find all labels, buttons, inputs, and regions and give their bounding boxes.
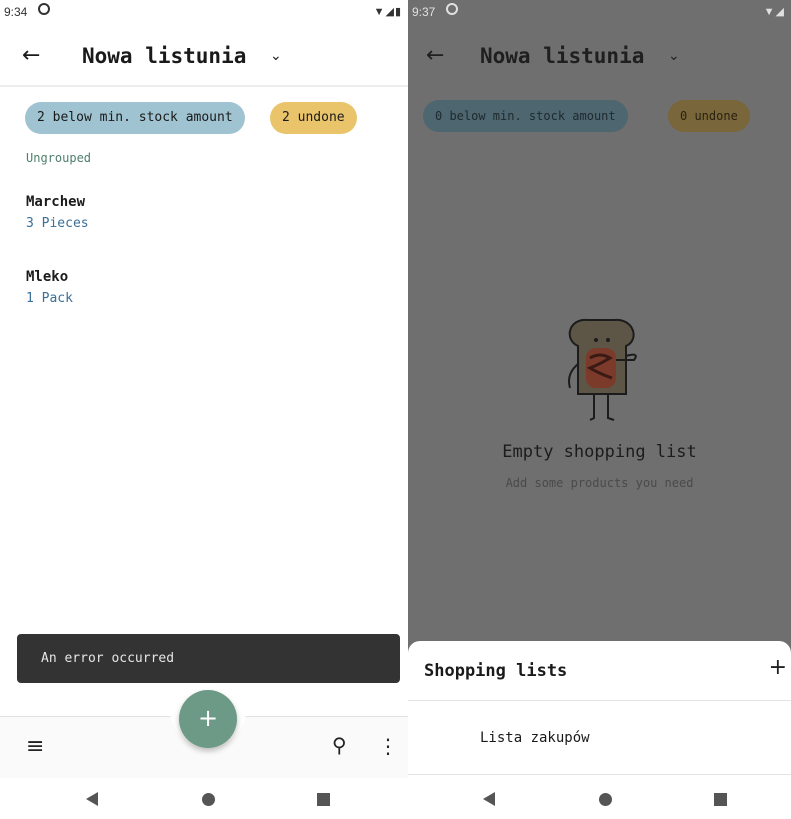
shopping-lists-sheet: Shopping lists + Lista zakupów [408,641,791,778]
add-item-fab[interactable]: + [179,690,237,748]
item-quantity: 3 Pieces [26,216,89,231]
chevron-down-icon[interactable]: ⌄ [668,44,680,68]
chevron-down-icon[interactable]: ⌄ [270,44,282,68]
below-min-stock-chip[interactable]: 0 below min. stock amount [423,100,628,132]
error-snackbar: An error occurred [17,634,400,683]
more-options-icon[interactable]: ⋮ [378,734,398,758]
signal-battery-icons: ▼◢ [763,6,785,18]
undone-chip[interactable]: 2 undone [270,102,357,134]
empty-list-illustration [568,318,637,421]
status-time: 9:34 [4,5,28,19]
status-bar: 9:37 ▼◢ [408,0,791,24]
item-name[interactable]: Marchew [26,194,85,210]
empty-state-title: Empty shopping list [502,442,697,462]
list-title[interactable]: Nowa listunia [480,42,644,70]
list-title[interactable]: Nowa listunia [82,42,246,70]
item-quantity: 1 Pack [26,291,73,306]
nav-recents-icon[interactable] [317,793,330,806]
app-status-icon [446,3,458,15]
add-list-icon[interactable]: + [769,655,787,680]
system-nav-bar [0,778,408,819]
back-arrow-icon[interactable]: ← [22,42,50,70]
screen-empty-list-with-sheet: 9:37 ▼◢ ← Nowa listunia ⌄ 0 below min. s… [408,0,791,819]
app-bar: ← Nowa listunia ⌄ [0,30,408,86]
status-time: 9:37 [412,5,436,19]
nav-back-icon[interactable] [483,792,495,806]
sheet-divider [408,700,791,701]
below-min-stock-chip[interactable]: 2 below min. stock amount [25,102,245,134]
nav-recents-icon[interactable] [714,793,727,806]
sheet-title: Shopping lists [424,661,568,681]
nav-back-icon[interactable] [86,792,98,806]
undone-chip[interactable]: 0 undone [668,100,750,132]
app-bar: ← Nowa listunia ⌄ [408,30,791,86]
app-status-icon [38,3,50,15]
group-header: Ungrouped [26,151,92,165]
screen-shopping-list: 9:34 ▼◢▮ ← Nowa listunia ⌄ 2 below min. … [0,0,408,819]
nav-home-icon[interactable] [599,793,612,806]
menu-icon[interactable]: ≡ [26,734,44,759]
sheet-divider [408,774,791,775]
search-icon[interactable]: ⚲ [332,733,347,757]
item-name[interactable]: Mleko [26,269,68,285]
status-bar: 9:34 ▼◢▮ [0,0,408,24]
shopping-list-item[interactable]: Lista zakupów [480,730,590,746]
system-nav-bar [408,778,791,819]
empty-state-subtitle: Add some products you need [505,476,694,490]
back-arrow-icon[interactable]: ← [426,42,454,70]
nav-home-icon[interactable] [202,793,215,806]
app-bar-divider [0,85,408,87]
signal-battery-icons: ▼◢▮ [373,6,402,18]
